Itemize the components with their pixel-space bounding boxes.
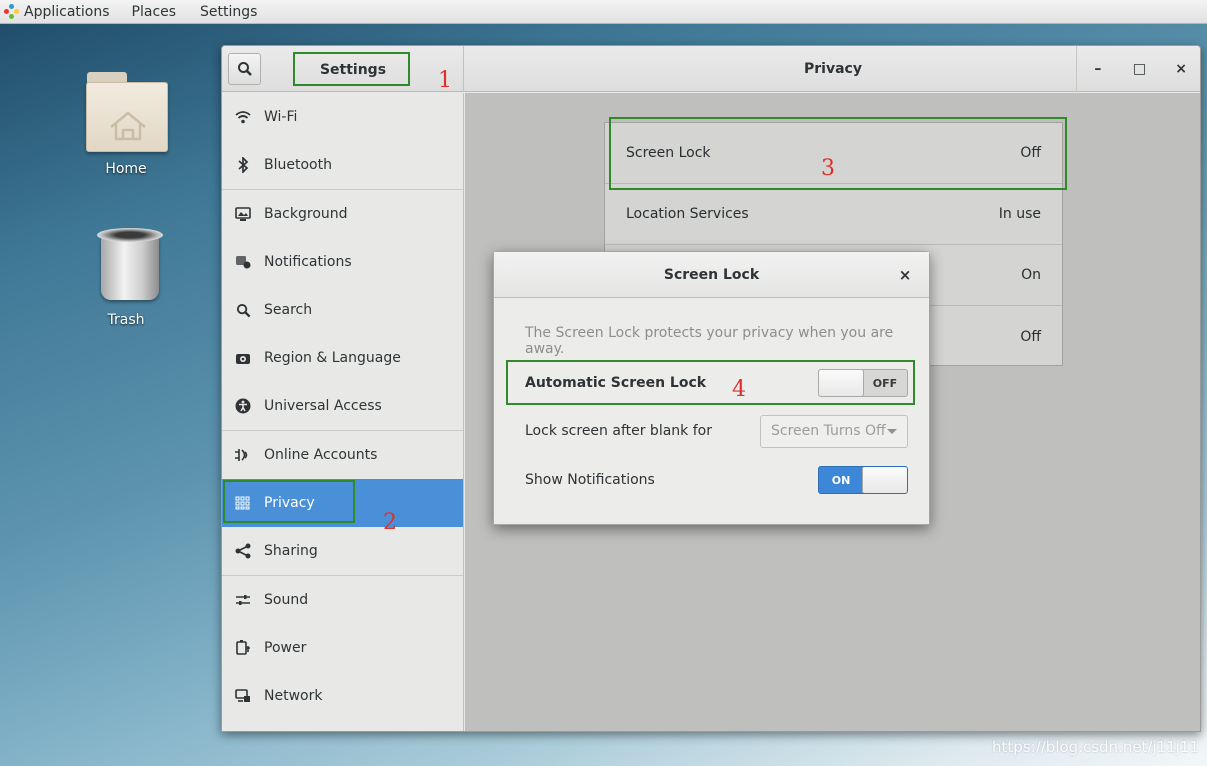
page-title: Privacy [804, 61, 862, 77]
sidebar-item-privacy[interactable]: Privacy [222, 479, 463, 527]
sidebar-item-sound[interactable]: Sound [222, 576, 463, 624]
chevron-down-icon [887, 428, 897, 434]
sidebar-item-label: Online Accounts [264, 447, 378, 463]
show-notifications-row: Show Notifications ON [525, 462, 908, 498]
privacy-icon [234, 494, 252, 512]
search-button[interactable] [228, 53, 261, 85]
row-value: Off [1020, 145, 1041, 161]
bluetooth-icon [234, 156, 252, 174]
row-value: In use [998, 206, 1041, 222]
sidebar-item-label: Background [264, 206, 348, 222]
automatic-screen-lock-switch[interactable]: OFF [818, 369, 908, 397]
sidebar-item-search[interactable]: Search [222, 286, 463, 334]
switch-state: ON [831, 473, 851, 487]
sidebar-item-label: Notifications [264, 254, 352, 270]
sidebar-item-universal-access[interactable]: Universal Access [222, 382, 463, 430]
sidebar-item-label: Search [264, 302, 313, 318]
annotation-number-3: 3 [821, 156, 835, 181]
annotation-number-4: 4 [732, 377, 746, 402]
row-label: Screen Lock [626, 145, 711, 161]
sound-icon [234, 591, 252, 609]
close-button[interactable]: × [1171, 59, 1191, 79]
sidebar-item-network[interactable]: Network [222, 672, 463, 720]
lock-after-value: Screen Turns Off [771, 423, 886, 439]
lock-after-label: Lock screen after blank for [525, 423, 712, 439]
settings-title: Settings [319, 62, 387, 78]
search-icon [237, 62, 252, 76]
home-folder-icon [86, 82, 168, 152]
annotation-number-1: 1 [438, 68, 452, 93]
trash-icon [101, 236, 159, 300]
places-menu[interactable]: Places [132, 4, 177, 20]
row-value: On [1021, 267, 1041, 283]
universal-access-icon [234, 397, 252, 415]
maximize-button[interactable]: □ [1129, 59, 1149, 79]
region-icon [234, 349, 252, 367]
home-label: Home [105, 161, 147, 177]
applications-menu[interactable]: Applications [24, 4, 110, 20]
sidebar-item-label: Universal Access [264, 398, 382, 414]
automatic-screen-lock-label: Automatic Screen Lock [525, 375, 707, 391]
top-panel: Applications Places Settings [0, 0, 1207, 24]
background-icon [234, 205, 252, 223]
sidebar-item-label: Network [264, 688, 323, 704]
desktop-icon-home[interactable]: Home [71, 72, 181, 182]
row-label: Location Services [626, 206, 749, 222]
settings-menu[interactable]: Settings [200, 4, 257, 20]
privacy-row-location-services[interactable]: Location Services In use [605, 184, 1062, 245]
wifi-icon [234, 108, 252, 126]
power-icon [234, 639, 252, 657]
sidebar-item-region-language[interactable]: Region & Language [222, 334, 463, 382]
online-accounts-icon [234, 446, 252, 464]
sidebar-item-power[interactable]: Power [222, 624, 463, 672]
sidebar-item-label: Sound [264, 592, 309, 608]
sidebar-item-background[interactable]: Background [222, 190, 463, 238]
annotation-number-2: 2 [383, 510, 397, 535]
lock-after-dropdown[interactable]: Screen Turns Off [760, 414, 908, 448]
sidebar-item-bluetooth[interactable]: Bluetooth [222, 141, 463, 189]
minimize-button[interactable]: – [1088, 59, 1108, 79]
network-icon [234, 687, 252, 705]
sidebar-item-sharing[interactable]: Sharing [222, 527, 463, 575]
sidebar-item-label: Privacy [264, 495, 315, 511]
watermark: https://blog.csdn.net/j11j11 [992, 738, 1199, 756]
automatic-screen-lock-row: Automatic Screen Lock OFF [525, 365, 908, 401]
dialog-header: Screen Lock × [494, 252, 929, 298]
row-value: Off [1020, 328, 1041, 345]
sidebar-item-label: Power [264, 640, 307, 656]
switch-state: OFF [872, 376, 898, 390]
sidebar-item-notifications[interactable]: Notifications [222, 238, 463, 286]
desktop-icon-trash[interactable]: Trash [71, 228, 181, 332]
lock-after-row: Lock screen after blank for Screen Turns… [525, 413, 908, 449]
dialog-description: The Screen Lock protects your privacy wh… [525, 325, 894, 357]
sidebar-item-label: Sharing [264, 543, 318, 559]
sidebar-item-wifi[interactable]: Wi-Fi [222, 93, 463, 141]
dialog-close-button[interactable]: × [895, 265, 915, 285]
sidebar-item-label: Region & Language [264, 350, 401, 366]
screen-lock-dialog: Screen Lock × The Screen Lock protects y… [493, 251, 930, 525]
activities-icon[interactable] [4, 3, 20, 20]
sidebar-item-label: Bluetooth [264, 157, 332, 173]
sharing-icon [234, 542, 252, 560]
search-icon [234, 301, 252, 319]
dialog-title: Screen Lock [663, 266, 760, 283]
header-bar: Settings Privacy – □ × [222, 46, 1200, 92]
sidebar-item-online-accounts[interactable]: Online Accounts [222, 431, 463, 479]
trash-label: Trash [107, 312, 145, 328]
sidebar-item-label: Wi-Fi [264, 109, 298, 125]
sidebar: Wi-Fi Bluetooth Background Notifications [222, 93, 464, 731]
show-notifications-label: Show Notifications [525, 472, 655, 488]
show-notifications-switch[interactable]: ON [818, 466, 908, 494]
window-controls: – □ × [1076, 46, 1200, 92]
notifications-icon [234, 253, 252, 271]
